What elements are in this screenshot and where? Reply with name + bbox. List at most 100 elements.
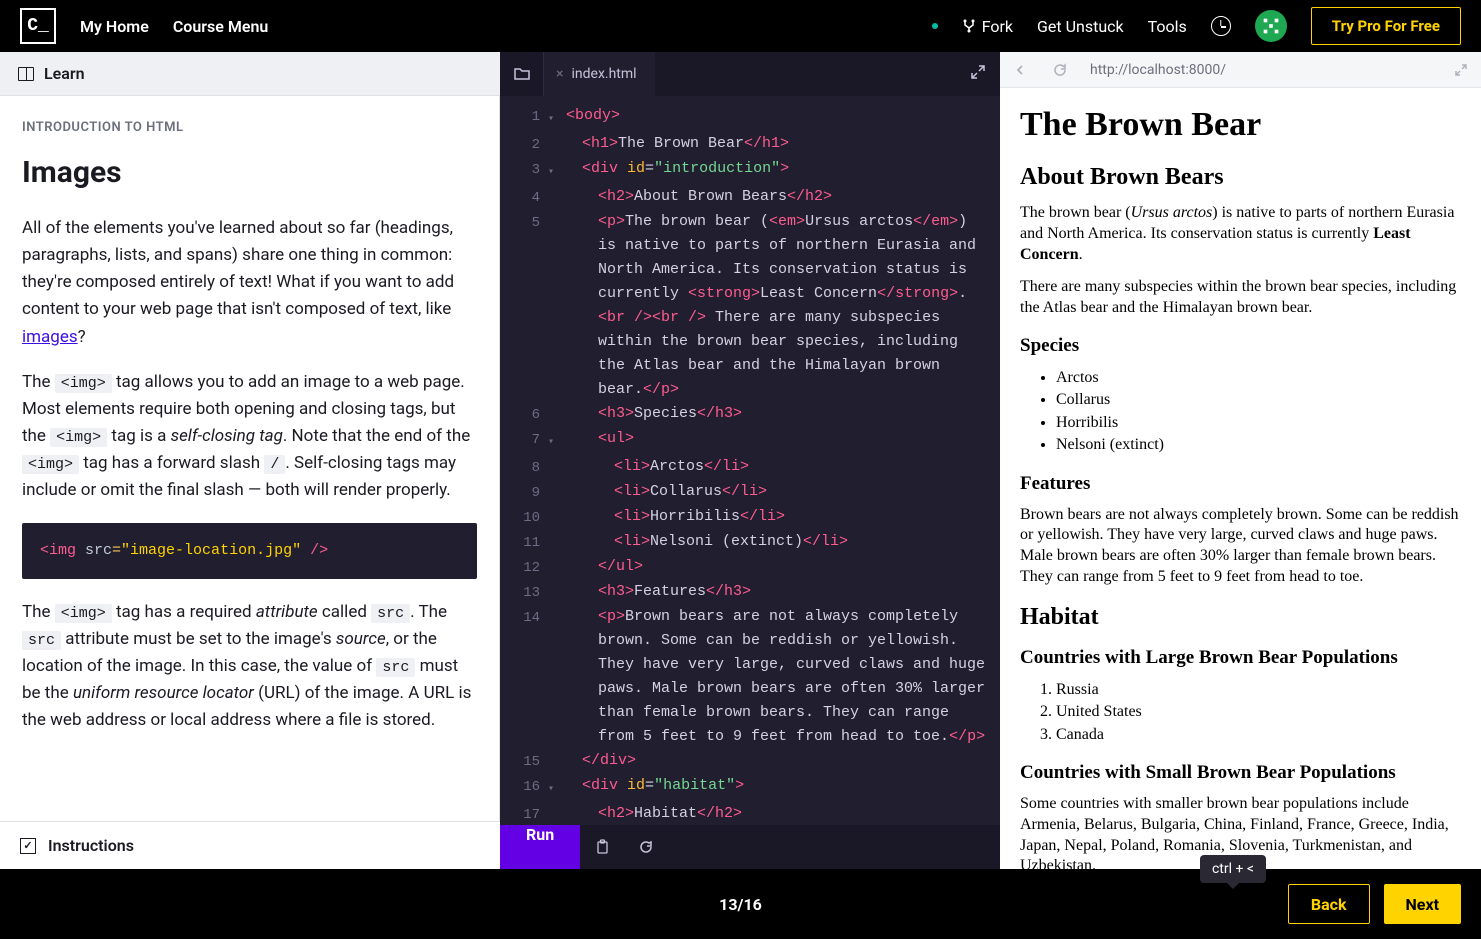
editor-line[interactable]: 1▾<body>: [500, 104, 1000, 132]
instructions-toggle[interactable]: ✓ Instructions: [0, 821, 500, 869]
page-h2: Habitat: [1020, 604, 1461, 631]
page-paragraph: There are many subspecies within the bro…: [1020, 277, 1461, 319]
expand-editor-button[interactable]: [956, 64, 1000, 84]
code-inline: src: [376, 658, 415, 677]
editor-line[interactable]: 9<li>Collarus</li>: [500, 480, 1000, 505]
code-inline: <img>: [22, 455, 79, 474]
editor-line[interactable]: 13<h3>Features</h3>: [500, 580, 1000, 605]
editor-line[interactable]: 12</ul>: [500, 555, 1000, 580]
tab-index-html[interactable]: × index.html: [544, 52, 655, 96]
page-h3: Species: [1020, 335, 1461, 357]
lesson-paragraph: The <img> tag allows you to add an image…: [22, 369, 477, 505]
try-pro-button[interactable]: Try Pro For Free: [1311, 7, 1461, 45]
instructions-label: Instructions: [48, 836, 134, 855]
tools-button[interactable]: Tools: [1148, 17, 1187, 36]
list-item: Canada: [1056, 724, 1461, 746]
page-h1: The Brown Bear: [1020, 106, 1461, 144]
bottom-bar: 13/16 ctrl + < Back Next: [0, 869, 1481, 939]
file-tree-button[interactable]: [500, 52, 544, 96]
editor-line[interactable]: 14<p>Brown bears are not always complete…: [500, 605, 1000, 749]
page-paragraph: Brown bears are not always completely br…: [1020, 505, 1461, 588]
folder-icon: [514, 67, 530, 81]
chevron-left-icon: [1014, 64, 1026, 76]
page-paragraph: The brown bear (Ursus arctos) is native …: [1020, 203, 1461, 265]
editor-line[interactable]: 17<h2>Habitat</h2>: [500, 802, 1000, 825]
list-item: Nelsoni (extinct): [1056, 434, 1461, 456]
editor-line[interactable]: 15</div>: [500, 749, 1000, 774]
checkbox-icon: ✓: [20, 838, 36, 854]
lesson-paragraph: All of the elements you've learned about…: [22, 215, 477, 351]
code-inline: src: [22, 631, 61, 650]
copy-button[interactable]: [580, 825, 624, 869]
countries-large-list: RussiaUnited StatesCanada: [1056, 679, 1461, 746]
list-item: Arctos: [1056, 367, 1461, 389]
browser-back-button[interactable]: [1000, 52, 1040, 88]
reset-button[interactable]: [624, 825, 668, 869]
refresh-icon: [1053, 63, 1067, 77]
learn-header[interactable]: Learn: [0, 52, 500, 96]
list-item: Collarus: [1056, 389, 1461, 411]
status-dot-icon: [932, 23, 938, 29]
page-h3: Countries with Small Brown Bear Populati…: [1020, 762, 1461, 784]
nav-my-home[interactable]: My Home: [80, 17, 149, 36]
tab-label: index.html: [571, 66, 636, 82]
fork-icon: [962, 19, 976, 33]
code-inline: <img>: [55, 604, 112, 623]
editor-line[interactable]: 8<li>Arctos</li>: [500, 455, 1000, 480]
editor-panel: × index.html 1▾<body>2<h1>The Brown Bear…: [500, 52, 1000, 869]
editor-line[interactable]: 7▾<ul>: [500, 427, 1000, 455]
editor-line[interactable]: 6<h3>Species</h3>: [500, 402, 1000, 427]
progress-indicator: 13/16: [719, 895, 762, 914]
editor-line[interactable]: 4<h2>About Brown Bears</h2>: [500, 185, 1000, 210]
code-inline: /: [264, 455, 285, 474]
close-icon[interactable]: ×: [556, 66, 563, 82]
expand-browser-button[interactable]: [1441, 52, 1481, 88]
editor-footer: Run: [500, 825, 1000, 869]
code-block: <img src="image-location.jpg" />: [22, 523, 477, 579]
lesson-paragraph: The <img> tag has a required attribute c…: [22, 599, 477, 735]
clipboard-icon: [595, 839, 610, 855]
avatar[interactable]: [1255, 10, 1287, 42]
logo[interactable]: C_: [20, 8, 56, 44]
editor-line[interactable]: 16▾<div id="habitat">: [500, 774, 1000, 802]
editor-line[interactable]: 2<h1>The Brown Bear</h1>: [500, 132, 1000, 157]
refresh-icon: [638, 839, 654, 855]
fork-label: Fork: [982, 17, 1013, 36]
learn-label: Learn: [44, 64, 85, 83]
browser-refresh-button[interactable]: [1040, 52, 1080, 88]
images-link[interactable]: images: [22, 327, 78, 347]
code-inline: src: [371, 604, 410, 623]
species-list: ArctosCollarusHorribilisNelsoni (extinct…: [1056, 367, 1461, 457]
lesson-title: Images: [22, 149, 477, 197]
browser-toolbar: http://localhost:8000/: [1000, 52, 1481, 88]
editor-line[interactable]: 5<p>The brown bear (<em>Ursus arctos</em…: [500, 210, 1000, 402]
clock-icon[interactable]: [1211, 16, 1231, 36]
editor-line[interactable]: 10<li>Horribilis</li>: [500, 505, 1000, 530]
fork-button[interactable]: Fork: [962, 17, 1013, 36]
next-button[interactable]: Next: [1384, 884, 1461, 924]
browser-viewport[interactable]: The Brown Bear About Brown Bears The bro…: [1000, 88, 1481, 869]
editor-line[interactable]: 3▾<div id="introduction">: [500, 157, 1000, 185]
lesson-scroll[interactable]: INTRODUCTION TO HTML Images All of the e…: [0, 96, 500, 821]
expand-icon: [970, 64, 986, 80]
url-bar[interactable]: http://localhost:8000/: [1080, 62, 1441, 78]
page-h2: About Brown Bears: [1020, 164, 1461, 191]
lesson-panel: Learn INTRODUCTION TO HTML Images All of…: [0, 52, 500, 869]
code-inline: <img>: [50, 428, 107, 447]
list-item: Horribilis: [1056, 412, 1461, 434]
get-unstuck-button[interactable]: Get Unstuck: [1037, 17, 1124, 36]
editor-tabbar: × index.html: [500, 52, 1000, 96]
page-h3: Countries with Large Brown Bear Populati…: [1020, 647, 1461, 669]
top-navigation: C_ My Home Course Menu Fork Get Unstuck …: [0, 0, 1481, 52]
code-inline: <img>: [55, 374, 112, 393]
run-button[interactable]: Run: [500, 825, 580, 869]
back-button[interactable]: Back: [1288, 884, 1370, 924]
editor-line[interactable]: 11<li>Nelsoni (extinct)</li>: [500, 530, 1000, 555]
code-editor[interactable]: 1▾<body>2<h1>The Brown Bear</h1>3▾<div i…: [500, 96, 1000, 825]
page-h3: Features: [1020, 473, 1461, 495]
lesson-breadcrumb: INTRODUCTION TO HTML: [22, 118, 477, 139]
list-item: United States: [1056, 701, 1461, 723]
book-icon: [18, 67, 34, 81]
browser-panel: http://localhost:8000/ The Brown Bear Ab…: [1000, 52, 1481, 869]
nav-course-menu[interactable]: Course Menu: [173, 17, 269, 36]
